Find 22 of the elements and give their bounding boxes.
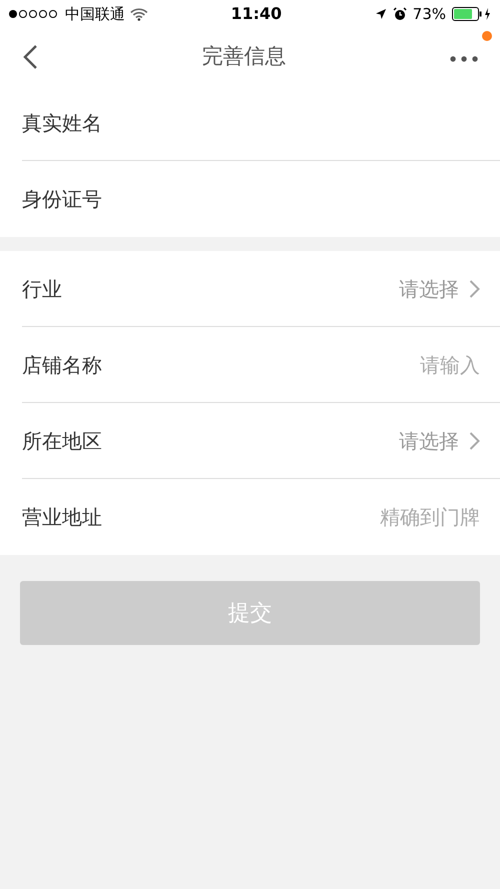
field-label: 身份证号 xyxy=(22,186,102,213)
chevron-right-icon xyxy=(469,430,480,450)
battery-percentage: 73% xyxy=(412,4,446,25)
field-label: 店铺名称 xyxy=(22,352,102,378)
select-field[interactable]: 请选择 xyxy=(399,274,480,304)
alarm-clock-icon xyxy=(392,7,407,21)
carrier-name: 中国联通 xyxy=(65,4,125,25)
field-label: 所在地区 xyxy=(22,428,102,454)
location-arrow-icon xyxy=(374,8,387,20)
field-label: 行业 xyxy=(22,276,62,302)
signal-icon xyxy=(8,9,60,19)
select-field[interactable]: 请选择 xyxy=(399,426,480,456)
battery-charging-icon xyxy=(452,7,492,21)
more-button[interactable] xyxy=(448,54,480,64)
field-label: 营业地址 xyxy=(22,504,102,531)
input-field[interactable]: 请输入 xyxy=(220,344,480,384)
field-label: 真实姓名 xyxy=(22,110,102,136)
page-title: 完善信息 xyxy=(202,42,286,70)
clock-time: 11:40 xyxy=(230,3,282,25)
chevron-right-icon xyxy=(469,278,480,298)
input-field[interactable]: 精确到门牌 xyxy=(220,497,480,537)
wifi-icon xyxy=(130,8,148,20)
